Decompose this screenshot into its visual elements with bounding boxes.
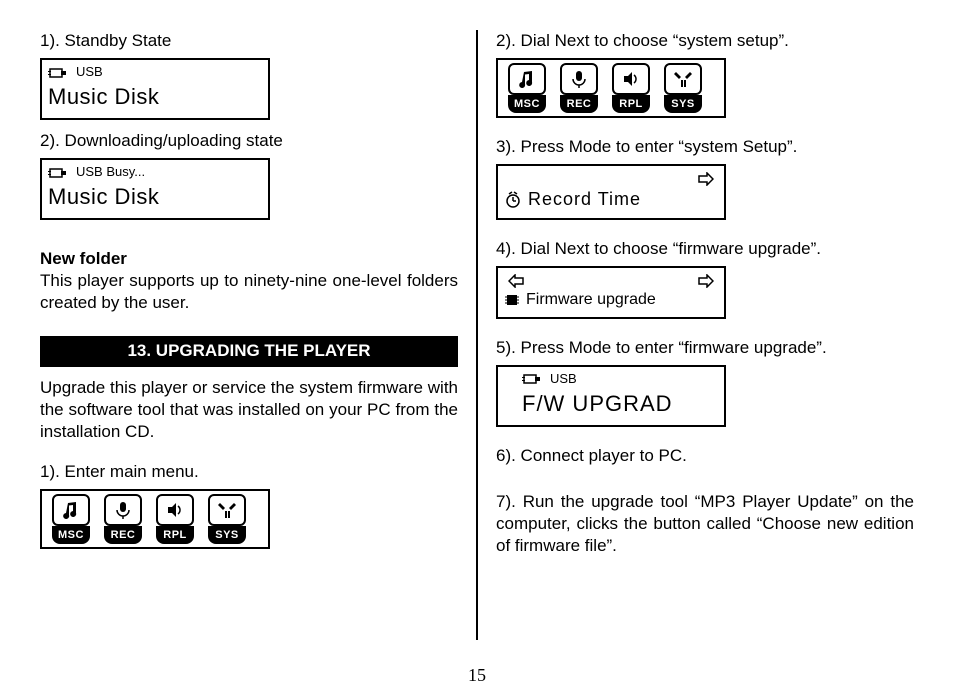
music-note-icon (52, 494, 90, 526)
new-folder-heading: New folder (40, 248, 458, 270)
menu-label: SYS (208, 526, 246, 544)
left-step-1: 1). Standby State (40, 30, 458, 52)
tools-icon (664, 63, 702, 95)
right-step-2: 2). Dial Next to choose “system setup”. (496, 30, 914, 52)
arrow-right-icon (698, 172, 714, 186)
menu-item-rpl: RPL (606, 63, 656, 113)
microphone-icon (560, 63, 598, 95)
section-13-bar: 13. UPGRADING THE PLAYER (40, 336, 458, 366)
menu-item-msc: MSC (502, 63, 552, 113)
left-step-enter-main: 1). Enter main menu. (40, 461, 458, 483)
speaker-icon (156, 494, 194, 526)
lcd-main-text: Music Disk (48, 83, 262, 112)
menu-item-sys: SYS (658, 63, 708, 113)
right-step-7: 7). Run the upgrade tool “MP3 Player Upd… (496, 491, 914, 557)
menu-label: REC (560, 95, 598, 113)
menu-item-rec: REC (554, 63, 604, 113)
menu-item-msc: MSC (46, 494, 96, 544)
page-number: 15 (0, 665, 954, 686)
lcd-main-text: Music Disk (48, 183, 262, 212)
lcd-main-text: Firmware upgrade (526, 290, 656, 311)
lcd-main-text: F/W UPGRAD (504, 390, 718, 419)
right-column: 2). Dial Next to choose “system setup”. … (476, 30, 914, 640)
tools-icon (208, 494, 246, 526)
lcd-fw-upgrad: USB F/W UPGRAD (496, 365, 726, 427)
arrow-right-icon (698, 274, 714, 288)
right-step-3: 3). Press Mode to enter “system Setup”. (496, 136, 914, 158)
lcd-firmware-upgrade: Firmware upgrade (496, 266, 726, 319)
lcd-main-text: Record Time (528, 188, 641, 211)
right-step-5: 5). Press Mode to enter “firmware upgrad… (496, 337, 914, 359)
menu-label: RPL (156, 526, 194, 544)
lcd-busy: USB Busy... Music Disk (40, 158, 270, 220)
menu-item-sys: SYS (202, 494, 252, 544)
left-step-2: 2). Downloading/uploading state (40, 130, 458, 152)
usb-icon (522, 373, 544, 385)
chip-icon (504, 292, 520, 308)
new-folder-body: This player supports up to ninety-nine o… (40, 270, 458, 314)
menu-label: RPL (612, 95, 650, 113)
clock-icon (504, 191, 522, 209)
arrow-left-icon (508, 274, 524, 288)
right-step-6: 6). Connect player to PC. (496, 445, 914, 467)
right-step-4: 4). Dial Next to choose “firmware upgrad… (496, 238, 914, 260)
speaker-icon (612, 63, 650, 95)
lcd-standby: USB Music Disk (40, 58, 270, 120)
menu-label: REC (104, 526, 142, 544)
lcd-usb-text: USB (76, 64, 103, 81)
lcd-record-time: Record Time (496, 164, 726, 219)
lcd-usb-text: USB Busy... (76, 164, 145, 181)
upgrade-body: Upgrade this player or service the syste… (40, 377, 458, 443)
music-note-icon (508, 63, 546, 95)
usb-icon (48, 167, 70, 179)
microphone-icon (104, 494, 142, 526)
menu-item-rec: REC (98, 494, 148, 544)
lcd-usb-text: USB (550, 371, 577, 388)
usb-icon (48, 67, 70, 79)
left-column: 1). Standby State USB Music Disk 2). Dow… (40, 30, 476, 640)
menu-label: MSC (508, 95, 546, 113)
main-menu-strip-right: MSC REC RPL SYS (496, 58, 726, 118)
menu-label: SYS (664, 95, 702, 113)
menu-item-rpl: RPL (150, 494, 200, 544)
menu-label: MSC (52, 526, 90, 544)
main-menu-strip-left: MSC REC RPL SYS (40, 489, 270, 549)
